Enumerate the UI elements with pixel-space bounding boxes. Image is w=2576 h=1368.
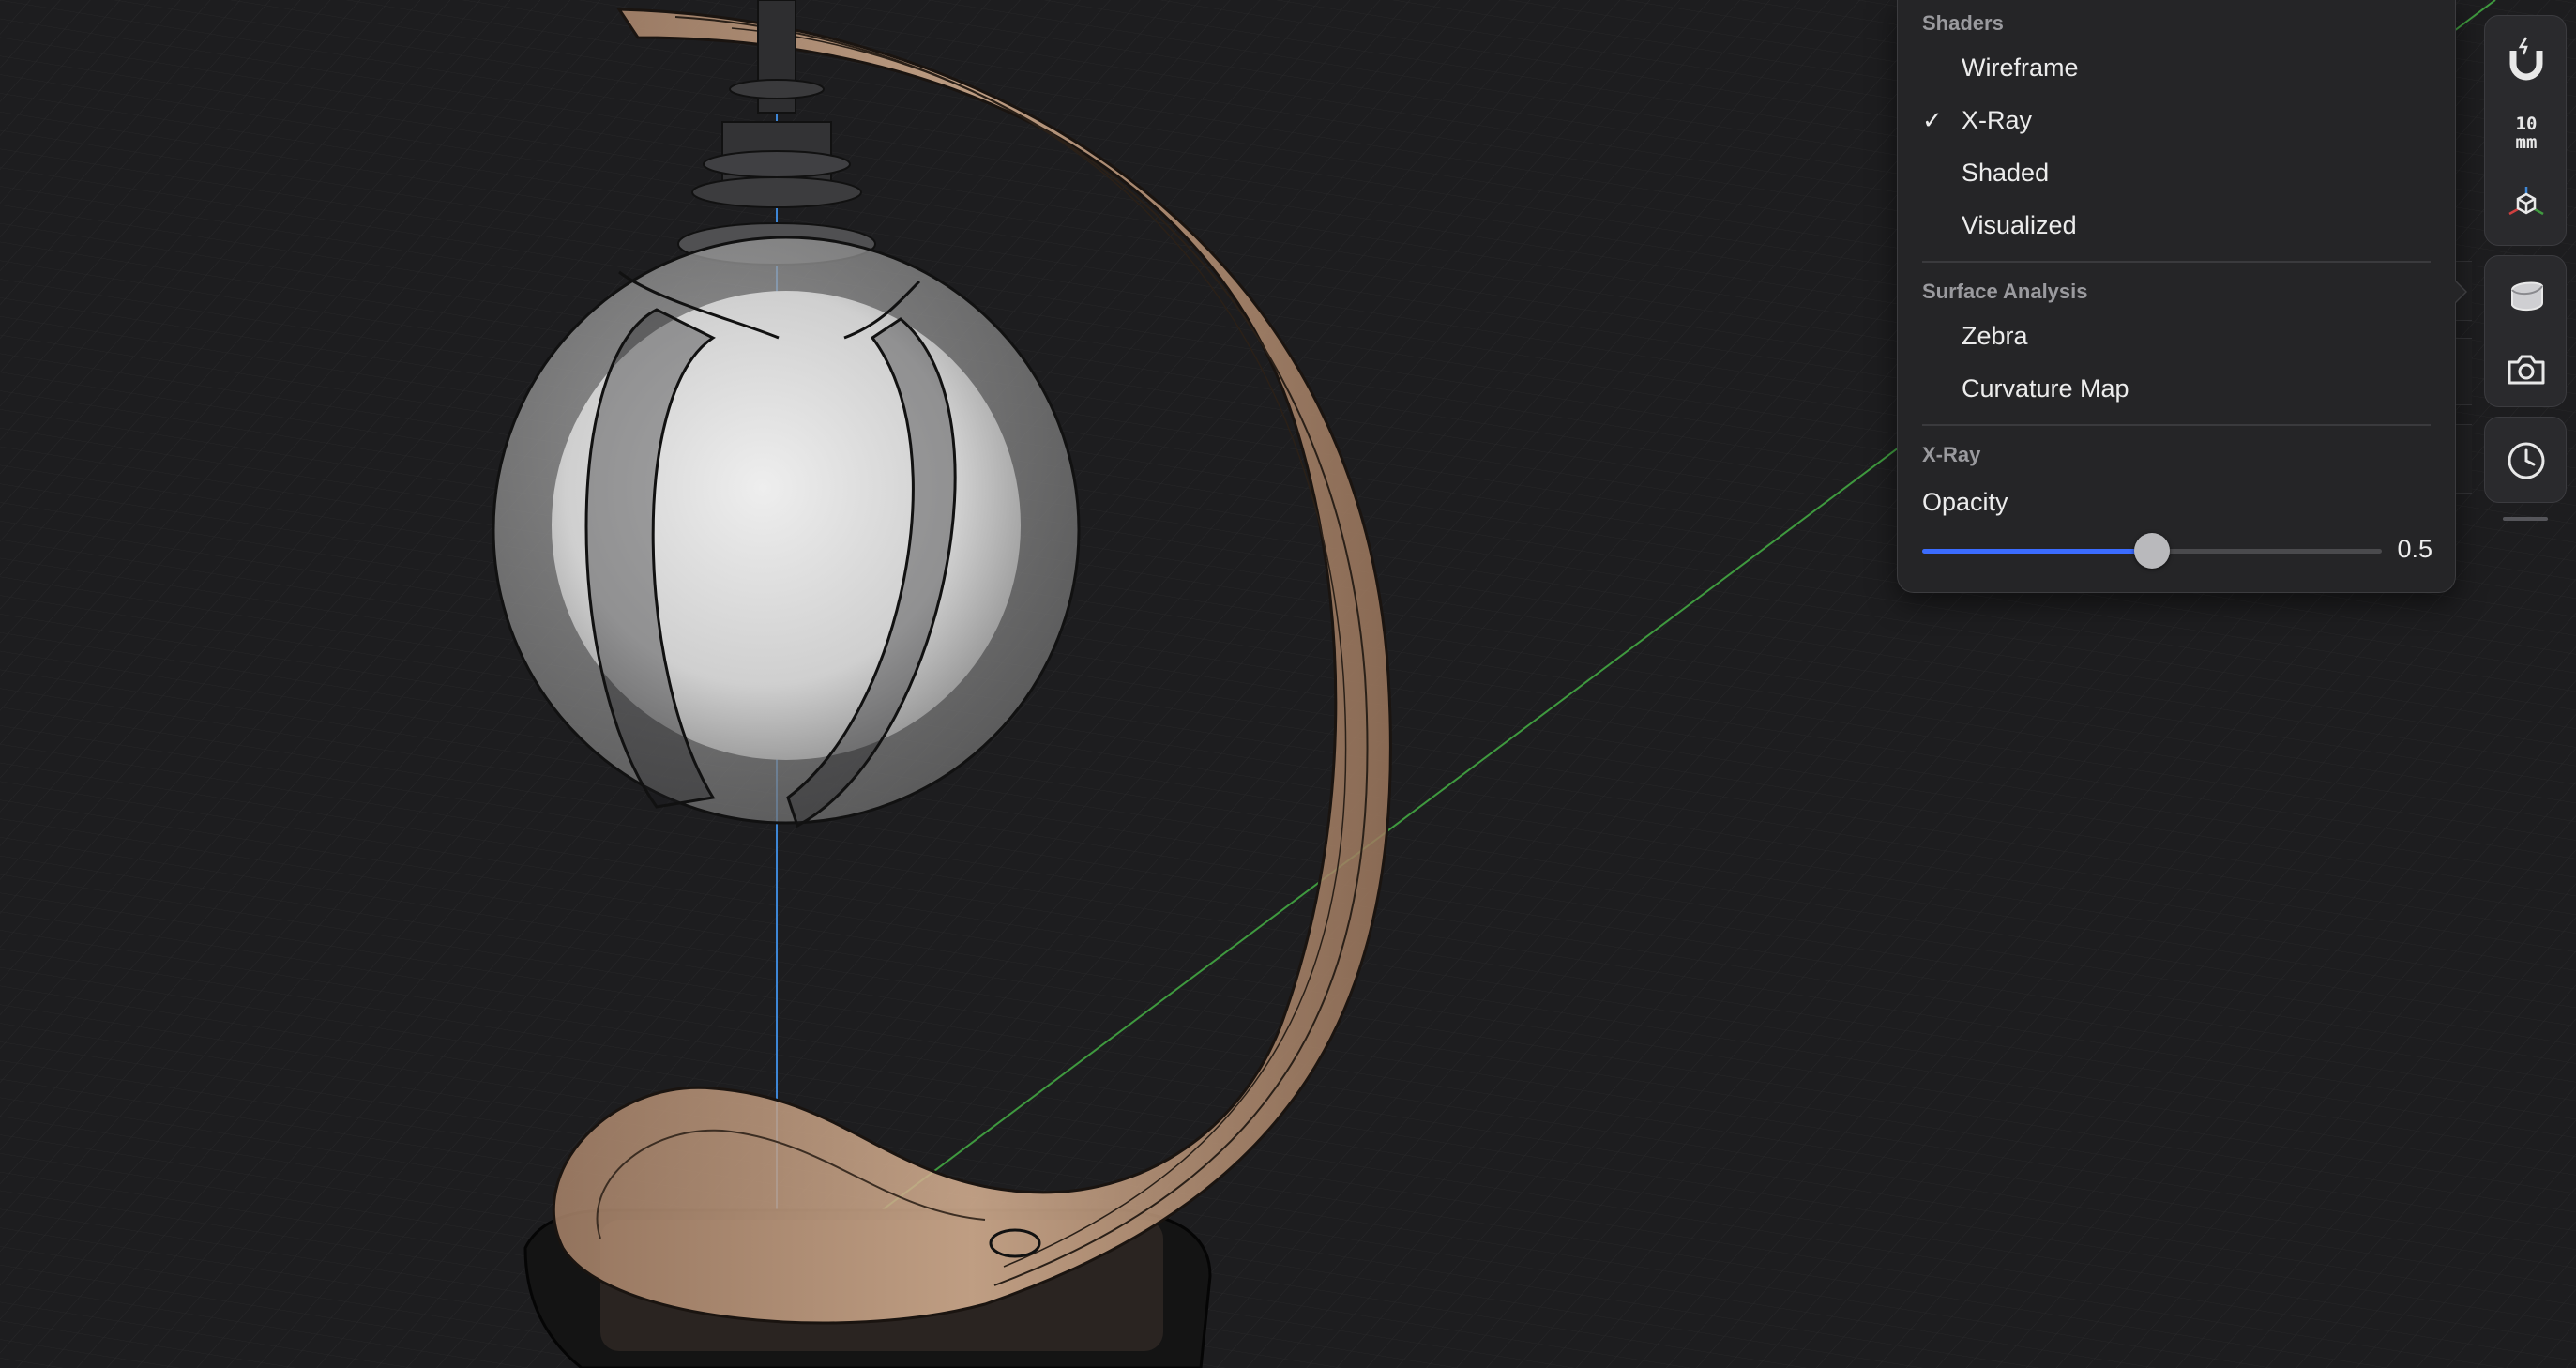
surface-item-zebra[interactable]: Zebra bbox=[1922, 312, 2431, 359]
snap-toggle-button[interactable] bbox=[2485, 25, 2568, 91]
screenshot-button[interactable] bbox=[2485, 337, 2568, 403]
opacity-slider[interactable] bbox=[1922, 533, 2382, 569]
slider-fill bbox=[1922, 549, 2152, 554]
toolbar-group-history bbox=[2484, 417, 2567, 503]
shader-item-visualized[interactable]: Visualized bbox=[1922, 202, 2431, 249]
shading-sphere-icon bbox=[2511, 281, 2543, 311]
shading-mode-button[interactable] bbox=[2485, 264, 2568, 329]
opacity-value: 0.5 bbox=[2397, 535, 2432, 563]
shader-label: X-Ray bbox=[1962, 106, 2033, 134]
shader-label: Wireframe bbox=[1962, 53, 2079, 82]
grid-size-readout: 10 mm bbox=[2516, 114, 2538, 152]
surface-analysis-section-title: Surface Analysis bbox=[1922, 280, 2088, 303]
magnet-icon bbox=[2509, 37, 2543, 81]
surface-label: Curvature Map bbox=[1962, 374, 2129, 403]
popover-arrow bbox=[2454, 280, 2467, 304]
clock-icon bbox=[2508, 442, 2545, 479]
shader-item-shaded[interactable]: Shaded bbox=[1922, 149, 2431, 196]
checkmark-icon: ✓ bbox=[1922, 106, 1943, 134]
lamp-globe bbox=[492, 236, 1081, 828]
divider bbox=[1922, 261, 2431, 263]
surface-label: Zebra bbox=[1962, 322, 2028, 350]
view-cube-button[interactable] bbox=[2485, 172, 2568, 237]
xray-section-title: X-Ray bbox=[1922, 443, 1981, 466]
slider-thumb[interactable] bbox=[2134, 533, 2170, 569]
shaders-section-title: Shaders bbox=[1922, 11, 2004, 35]
toolbar-group-view bbox=[2484, 255, 2567, 407]
shader-item-wireframe[interactable]: Wireframe bbox=[1922, 44, 2431, 91]
history-button[interactable] bbox=[2485, 428, 2568, 494]
camera-icon bbox=[2508, 355, 2545, 385]
shader-item-xray[interactable]: ✓ X-Ray bbox=[1922, 97, 2431, 144]
surface-item-curvature-map[interactable]: Curvature Map bbox=[1922, 365, 2431, 412]
grid-size-button[interactable]: 10 mm bbox=[2485, 100, 2568, 166]
divider bbox=[1922, 424, 2431, 426]
toolbar-drag-handle[interactable] bbox=[2503, 517, 2548, 521]
grid-value: 10 bbox=[2515, 114, 2538, 134]
view-cube-icon bbox=[2508, 187, 2544, 216]
opacity-label: Opacity bbox=[1922, 488, 2008, 516]
grid-unit: mm bbox=[2515, 132, 2538, 153]
toolbar-group-snapping: 10 mm bbox=[2484, 15, 2567, 246]
shader-label: Shaded bbox=[1962, 159, 2050, 187]
shader-label: Visualized bbox=[1962, 211, 2077, 239]
shading-popover: Shaders Wireframe ✓ X-Ray Shaded Visuali… bbox=[1897, 0, 2467, 593]
